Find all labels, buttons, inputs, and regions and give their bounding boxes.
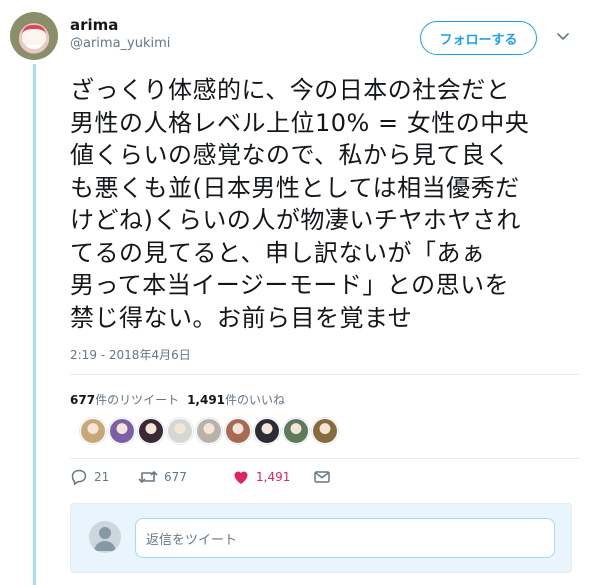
retweet-stat[interactable]: 677件のリツイート [70,391,179,408]
liker-avatar[interactable] [80,418,106,444]
chevron-down-icon[interactable] [557,30,569,42]
reply-input[interactable]: 返信をツイート [135,518,555,558]
retweet-count: 677 [164,470,187,484]
tweet-timestamp[interactable]: 2:19 - 2018年4月6日 [70,346,191,363]
retweet-stat-count: 677 [70,393,96,407]
envelope-icon [314,471,330,483]
tweet-text-line: も悪くも並(日本男性としては相当優秀だ [70,173,520,202]
reply-icon [71,469,87,485]
retweet-icon [138,471,158,483]
like-count: 1,491 [256,470,291,484]
current-user-avatar [89,521,121,553]
tweet-text-line: 値くらいの感覚なので、私から見て良く [70,141,511,169]
avatar-cake-image [22,25,46,45]
tweet-header: arima @arima_yukimi フォローする [0,0,597,70]
screen-name[interactable]: @arima_yukimi [70,36,170,51]
thread-connector-line [33,64,36,585]
tweet-text: ざっくり体感的に、今の日本の社会だと 男性の人格レベル上位10% = 女性の中央… [70,74,580,334]
display-name[interactable]: arima [70,16,118,34]
like-stat-label: 件のいいね [225,393,286,407]
user-avatar[interactable] [10,12,58,60]
heart-icon [234,471,248,484]
reply-composer: 返信をツイート [70,503,572,573]
engagement-stats: 677件のリツイート 1,491件のいいね [70,391,285,408]
like-stat[interactable]: 1,491件のいいね [187,391,285,408]
liker-avatar[interactable] [312,418,338,444]
divider [70,374,580,375]
tweet-actions: 21 677 1,491 [70,468,470,488]
liker-avatar[interactable] [196,418,222,444]
tweet-text-line: てるの見てると、申し訳ないが「あぁ [70,238,486,267]
tweet-text-line: 男性の人格レベル上位10% = 女性の中央 [70,108,530,137]
liker-avatar[interactable] [254,418,280,444]
tweet-text-line: 男って本当イージーモード」との思いを [70,271,510,299]
liker-avatar[interactable] [283,418,309,444]
retweet-stat-label: 件のリツイート [95,393,180,407]
liker-avatar[interactable] [167,418,193,444]
default-avatar-icon [94,527,116,551]
liker-avatar[interactable] [225,418,251,444]
reply-action[interactable]: 21 [70,468,109,486]
follow-button[interactable]: フォローする [420,21,537,55]
tweet-text-line: ざっくり体感的に、今の日本の社会だと [70,76,511,104]
like-action[interactable]: 1,491 [232,468,290,486]
like-stat-count: 1,491 [187,393,226,407]
tweet-text-line: けどね)くらいの人が物凄いチヤホヤされ [70,206,521,234]
liker-avatar[interactable] [138,418,164,444]
divider [70,458,580,459]
dm-action[interactable] [313,468,331,486]
tweet-text-line: 禁じ得ない。お前ら目を覚ませ [70,303,413,332]
retweet-action[interactable]: 677 [138,468,187,486]
reply-count: 21 [94,470,110,484]
liker-avatar[interactable] [109,418,135,444]
liker-avatars [80,418,338,444]
